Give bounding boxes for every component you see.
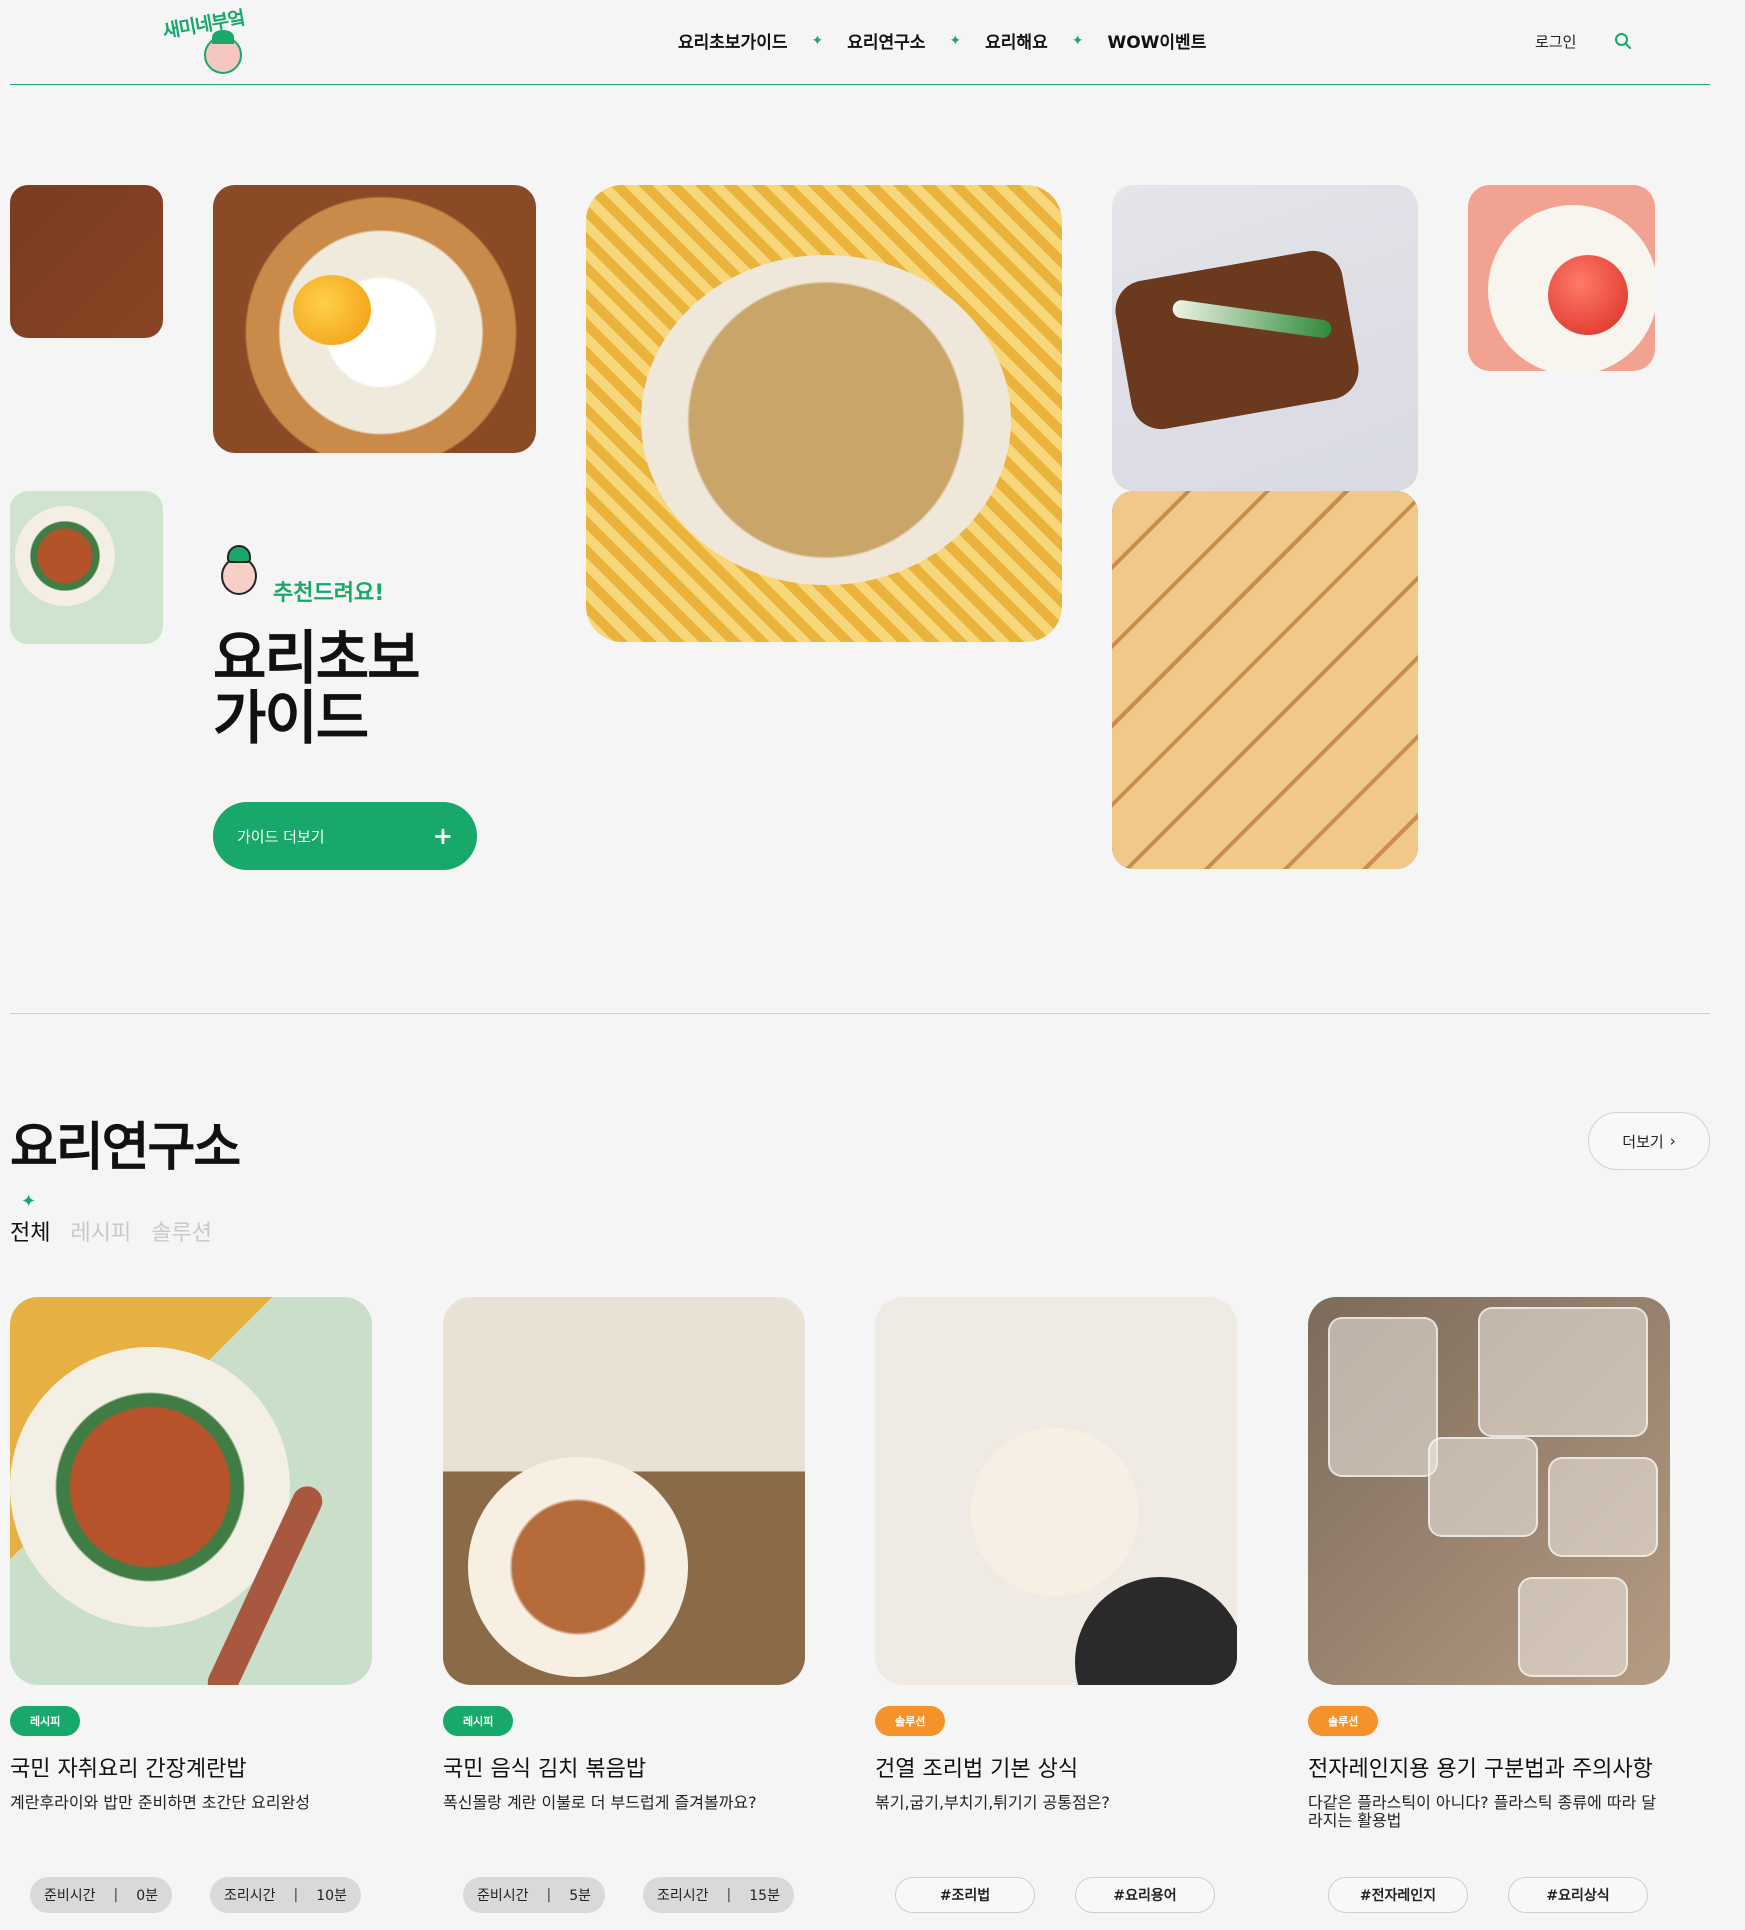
pill-separator: |	[546, 1887, 552, 1903]
category-tabs: 전체 레시피 솔루션	[10, 1215, 212, 1247]
prep-time-label: 준비시간	[477, 1888, 529, 1904]
card-title[interactable]: 건열 조리법 기본 상식	[875, 1751, 1078, 1783]
mascot-icon	[219, 545, 259, 597]
card-image[interactable]	[1308, 1297, 1670, 1685]
pill-separator: |	[293, 1887, 299, 1903]
tab-all[interactable]: 전체	[10, 1215, 50, 1247]
prep-time-value: 0분	[136, 1888, 159, 1904]
nav-item-wow-event[interactable]: WOW이벤트	[1095, 28, 1218, 53]
cook-time-value: 10분	[316, 1888, 347, 1904]
nav-separator-icon: ✦	[1071, 32, 1084, 49]
hero-photo-green-onion	[1112, 185, 1418, 491]
active-tab-marker-icon: ✦	[21, 1191, 37, 1212]
site-logo[interactable]: 새미네부엌	[154, 6, 254, 76]
plus-icon: +	[432, 822, 453, 850]
guide-more-label: 가이드 더보기	[237, 827, 325, 846]
nav-separator-icon: ✦	[811, 32, 824, 49]
card-title[interactable]: 전자레인지용 용기 구분법과 주의사항	[1308, 1751, 1653, 1783]
more-label: 더보기	[1622, 1132, 1664, 1151]
cook-time-label: 조리시간	[657, 1888, 709, 1904]
card-image[interactable]	[10, 1297, 372, 1685]
cook-time-pill: 조리시간 | 10분	[210, 1877, 361, 1913]
prep-time-label: 준비시간	[44, 1888, 96, 1904]
logo-mascot	[204, 30, 242, 74]
hero-photo-carrot	[10, 185, 163, 338]
nav-item-lets-cook[interactable]: 요리해요	[973, 28, 1060, 53]
card-image[interactable]	[875, 1297, 1237, 1685]
hero-photo-tomato	[1468, 185, 1655, 371]
more-button[interactable]: 더보기 ›	[1588, 1112, 1710, 1170]
category-badge: 레시피	[10, 1706, 81, 1736]
card-description: 폭신몰랑 계란 이불로 더 부드럽게 즐겨볼까요?	[443, 1793, 757, 1812]
main-nav: 요리초보가이드 ✦ 요리연구소 ✦ 요리해요 ✦ WOW이벤트	[666, 28, 1218, 54]
cook-time-pill: 조리시간 | 15분	[643, 1877, 794, 1913]
hashtag-pill[interactable]: #조리법	[895, 1877, 1035, 1913]
hero-title: 요리초보 가이드	[213, 624, 420, 752]
nav-item-cooking-lab[interactable]: 요리연구소	[835, 28, 937, 53]
card-title[interactable]: 국민 음식 김치 볶음밥	[443, 1751, 646, 1783]
category-badge: 솔루션	[1308, 1706, 1379, 1736]
nav-item-beginner-guide[interactable]: 요리초보가이드	[666, 28, 799, 53]
category-badge: 레시피	[443, 1706, 514, 1736]
cook-time-value: 15분	[749, 1888, 780, 1904]
prep-time-pill: 준비시간 | 0분	[30, 1877, 173, 1913]
search-icon[interactable]	[1614, 32, 1632, 50]
recommend-label: 추천드려요!	[273, 581, 385, 606]
section-title: 요리연구소	[10, 1118, 241, 1178]
card-title[interactable]: 국민 자취요리 간장계란밥	[10, 1751, 247, 1783]
prep-time-pill: 준비시간 | 5분	[463, 1877, 606, 1913]
card-description: 볶기,굽기,부치기,튀기기 공통점은?	[875, 1793, 1110, 1812]
site-header: 새미네부엌 요리초보가이드 ✦ 요리연구소 ✦ 요리해요 ✦ WOW이벤트 로그…	[10, 0, 1710, 85]
cook-time-label: 조리시간	[224, 1888, 276, 1904]
card-description: 다같은 플라스틱이 아니다? 플라스틱 종류에 따라 달라지는 활용법	[1308, 1793, 1657, 1830]
category-badge: 솔루션	[875, 1706, 946, 1736]
hashtag-pill[interactable]: #요리상식	[1508, 1877, 1648, 1913]
tab-recipe[interactable]: 레시피	[70, 1215, 131, 1247]
hero-photo-fishcake-soup[interactable]	[586, 185, 1062, 642]
hashtag-pill[interactable]: #요리용어	[1075, 1877, 1215, 1913]
section-divider	[10, 1013, 1710, 1014]
guide-more-button[interactable]: 가이드 더보기 +	[213, 802, 477, 870]
pill-separator: |	[726, 1887, 732, 1903]
tab-solution[interactable]: 솔루션	[151, 1215, 212, 1247]
hero-photo-egg-rice	[213, 185, 536, 453]
hashtag-pill[interactable]: #전자레인지	[1328, 1877, 1468, 1913]
hero-photo-curry	[10, 491, 163, 644]
chevron-right-icon: ›	[1669, 1132, 1676, 1150]
nav-separator-icon: ✦	[949, 32, 962, 49]
hero-photo-tofu	[1112, 491, 1418, 869]
pill-separator: |	[113, 1887, 119, 1903]
prep-time-value: 5분	[569, 1888, 592, 1904]
login-link[interactable]: 로그인	[1535, 31, 1576, 52]
card-image[interactable]	[443, 1297, 805, 1685]
card-description: 계란후라이와 밥만 준비하면 초간단 요리완성	[10, 1793, 311, 1812]
